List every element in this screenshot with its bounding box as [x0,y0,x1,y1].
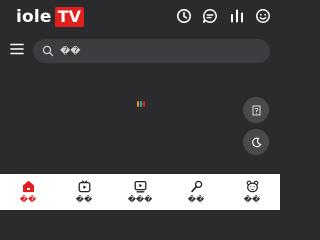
nav-item-bear[interactable]: �� [224,174,280,210]
search-icon [42,45,54,57]
home-icon [22,180,35,193]
menu-icon[interactable] [10,42,24,56]
search-bar[interactable] [33,39,270,63]
nav-item-home[interactable]: �� [0,174,56,210]
tv-icon [78,180,91,193]
logo-text: iole [16,7,52,27]
history-icon[interactable] [176,8,192,24]
message-icon[interactable] [202,8,218,24]
theme-toggle-button[interactable] [243,129,269,155]
moon-icon [251,137,261,147]
nav-label: �� [75,195,93,204]
nav-label: �� [187,195,205,204]
mic-icon [190,180,203,193]
nav-item-video[interactable]: ��� [112,174,168,210]
ranking-icon[interactable] [229,8,245,24]
video-icon [134,180,147,193]
bottom-navigation: �� �� ��� �� �� [0,174,280,210]
loading-indicator [137,100,145,108]
bear-icon [246,180,259,193]
logo[interactable]: iole TV [16,7,84,27]
nav-label: �� [19,195,37,204]
nav-item-mic[interactable]: �� [168,174,224,210]
nav-label: ��� [127,195,153,204]
nav-label: �� [243,195,261,204]
nav-item-tv[interactable]: �� [56,174,112,210]
back-to-top-button[interactable] [243,97,269,123]
search-input[interactable] [60,42,260,60]
top-bar: iole TV [0,0,280,34]
face-icon[interactable] [255,8,271,24]
logo-badge: TV [54,7,84,27]
